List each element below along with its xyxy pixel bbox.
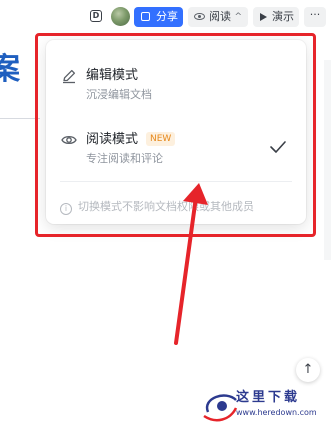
- read-mode-title-text: 阅读模式: [86, 132, 139, 147]
- back-to-top-button[interactable]: ↑: [296, 358, 320, 382]
- share-button[interactable]: 分享: [134, 7, 183, 27]
- more-button[interactable]: ···: [304, 7, 326, 27]
- document-title: 案: [0, 52, 20, 87]
- document-divider: [0, 118, 40, 119]
- present-button[interactable]: 演示: [253, 7, 299, 27]
- watermark-text: 这里下载: [236, 390, 301, 405]
- read-mode-description: 专注阅读和评论: [86, 152, 163, 165]
- top-toolbar: D 分享 阅读 ^ 演示 ···: [0, 0, 331, 34]
- edit-mode-option[interactable]: 编辑模式 沉浸编辑文档: [46, 56, 306, 112]
- pencil-icon: [63, 69, 76, 84]
- read-mode-button-label: 阅读: [209, 10, 231, 23]
- mode-tip-text: 切换模式不影响文档权限或其他成员: [78, 200, 254, 213]
- info-icon: i: [60, 203, 72, 215]
- eye-icon: [194, 13, 205, 20]
- share-icon: [141, 12, 150, 21]
- eye-icon: [61, 135, 77, 145]
- read-mode-title: 阅读模式 NEW: [86, 128, 176, 147]
- edit-mode-title: 编辑模式: [86, 68, 139, 83]
- checkmark-icon: [270, 141, 286, 153]
- mode-tip: i 切换模式不影响文档权限或其他成员: [60, 198, 254, 215]
- read-mode-option[interactable]: 阅读模式 NEW 专注阅读和评论: [46, 120, 306, 176]
- panel-divider: [60, 181, 292, 182]
- avatar[interactable]: [111, 7, 130, 26]
- document-info-icon[interactable]: D: [90, 10, 102, 22]
- edit-mode-description: 沉浸编辑文档: [86, 88, 152, 101]
- read-mode-button[interactable]: 阅读 ^: [188, 7, 248, 27]
- present-button-label: 演示: [272, 10, 294, 23]
- more-button-label: ···: [309, 8, 321, 21]
- scrollbar-track[interactable]: [324, 60, 331, 260]
- new-badge: NEW: [146, 132, 176, 146]
- chevron-up-icon: ^: [234, 12, 242, 22]
- watermark-url: www.heredown.com: [236, 408, 317, 417]
- mode-dropdown-panel: 编辑模式 沉浸编辑文档 阅读模式 NEW 专注阅读和评论 i 切换模式不影响文档权限…: [46, 40, 306, 224]
- play-icon: [260, 13, 267, 21]
- share-button-label: 分享: [156, 10, 178, 23]
